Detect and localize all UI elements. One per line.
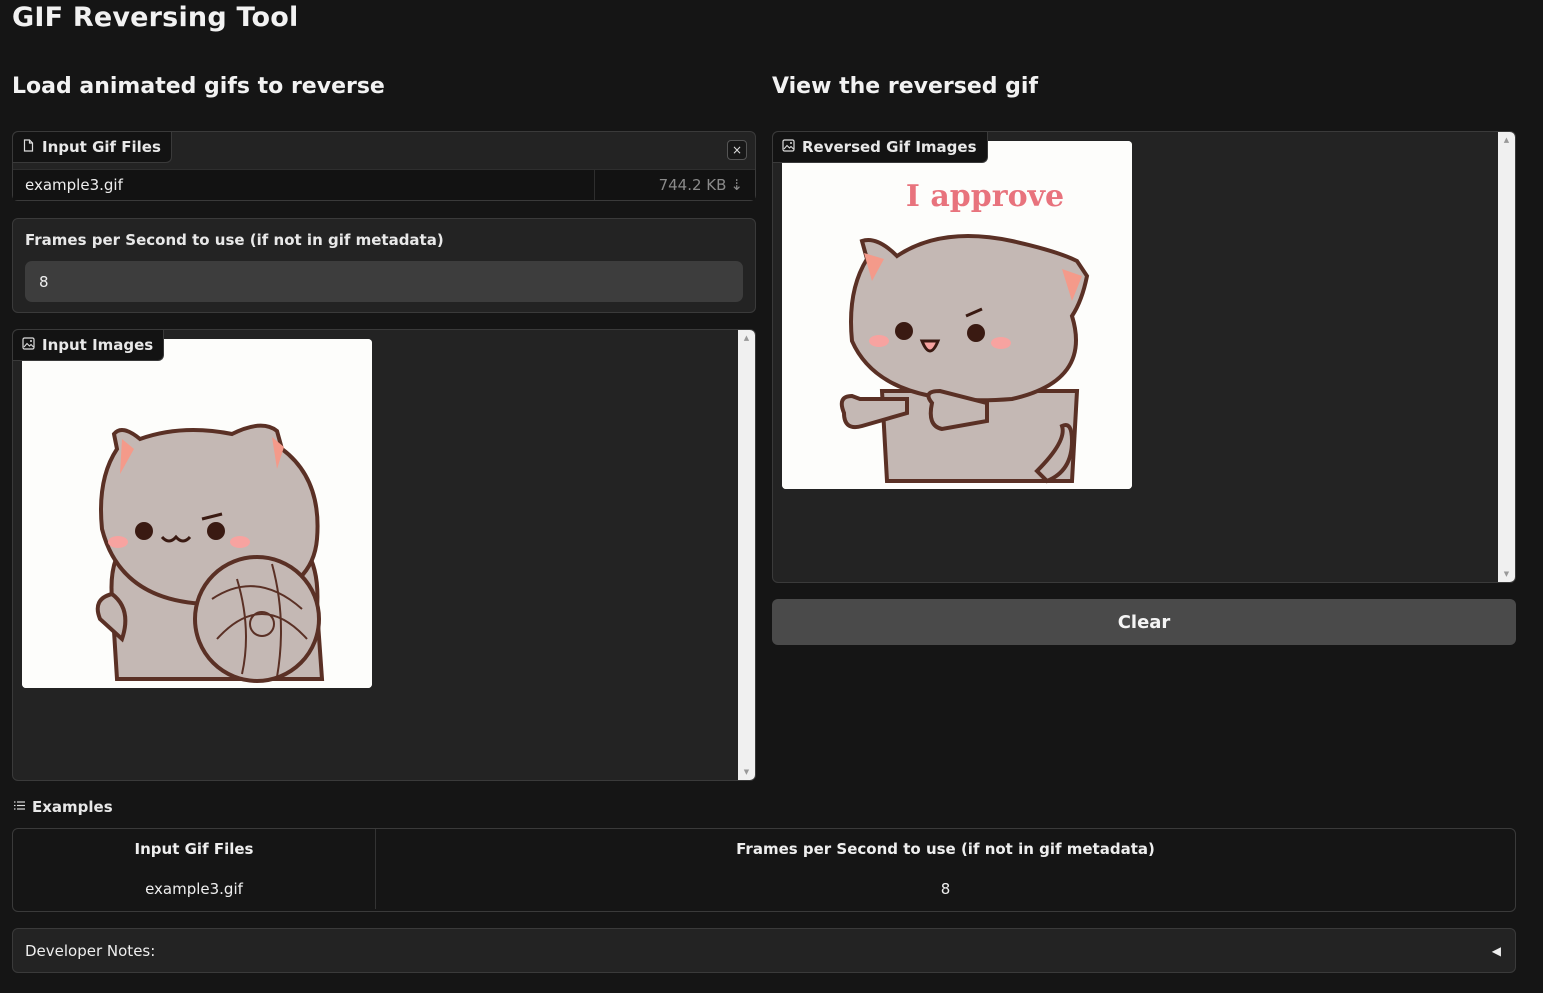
- examples-cell[interactable]: 8: [376, 869, 1515, 909]
- examples-column-header: Input Gif Files: [13, 829, 376, 869]
- reversed-images-label-tag: Reversed Gif Images: [773, 132, 988, 163]
- download-arrow-icon: ⇣: [730, 176, 743, 194]
- examples-label: Examples: [32, 798, 113, 816]
- input-images-gallery: Input Images ▲ ▼: [12, 329, 756, 781]
- file-size-link[interactable]: 744.2 KB ⇣: [595, 170, 755, 200]
- reversed-images-label: Reversed Gif Images: [802, 138, 977, 156]
- fps-input[interactable]: [25, 261, 743, 302]
- file-upload-panel: Input Gif Files × example3.gif 744.2 KB …: [12, 131, 756, 201]
- clear-button[interactable]: Clear: [772, 599, 1516, 645]
- fps-label: Frames per Second to use (if not in gif …: [25, 231, 444, 249]
- examples-header-row: Input Gif Files Frames per Second to use…: [13, 829, 1515, 869]
- reversed-gif-thumbnail[interactable]: I approve: [782, 141, 1132, 489]
- fps-panel: Frames per Second to use (if not in gif …: [12, 218, 756, 313]
- scroll-up-icon[interactable]: ▲: [1498, 136, 1515, 144]
- scroll-down-icon[interactable]: ▼: [1498, 570, 1515, 578]
- file-upload-label: Input Gif Files: [42, 138, 161, 156]
- file-name: example3.gif: [13, 170, 595, 200]
- file-icon: [22, 138, 35, 156]
- examples-table: Input Gif Files Frames per Second to use…: [12, 828, 1516, 912]
- examples-header: Examples: [13, 798, 113, 816]
- reversed-images-scrollbar[interactable]: ▲ ▼: [1498, 132, 1515, 582]
- file-row: example3.gif 744.2 KB ⇣: [13, 169, 755, 200]
- input-images-label-tag: Input Images: [13, 330, 165, 361]
- examples-row[interactable]: example3.gif 8: [13, 869, 1515, 909]
- gif-caption-text: I approve: [906, 179, 1064, 214]
- examples-cell[interactable]: example3.gif: [13, 869, 376, 909]
- file-size: 744.2 KB: [658, 176, 727, 194]
- right-heading: View the reversed gif: [772, 74, 1039, 99]
- left-heading: Load animated gifs to reverse: [12, 74, 385, 99]
- close-icon: ×: [731, 143, 743, 157]
- scroll-down-icon[interactable]: ▼: [738, 768, 755, 776]
- triangle-left-icon: ◀: [1491, 943, 1501, 958]
- input-images-label: Input Images: [42, 336, 154, 354]
- scroll-up-icon[interactable]: ▲: [738, 334, 755, 342]
- reversed-images-gallery: Reversed Gif Images I approve ▲ ▼: [772, 131, 1516, 583]
- image-icon: [22, 336, 35, 354]
- image-icon: [782, 138, 795, 156]
- list-icon: [13, 798, 26, 816]
- input-gif-thumbnail[interactable]: [22, 339, 372, 688]
- examples-column-header: Frames per Second to use (if not in gif …: [736, 840, 1155, 858]
- developer-notes-accordion[interactable]: Developer Notes: ◀: [12, 928, 1516, 973]
- developer-notes-label: Developer Notes:: [25, 941, 156, 960]
- input-images-scrollbar[interactable]: ▲ ▼: [738, 330, 755, 780]
- app-title: GIF Reversing Tool: [12, 2, 299, 33]
- file-upload-label-tag: Input Gif Files: [13, 132, 172, 163]
- clear-file-button[interactable]: ×: [727, 140, 747, 160]
